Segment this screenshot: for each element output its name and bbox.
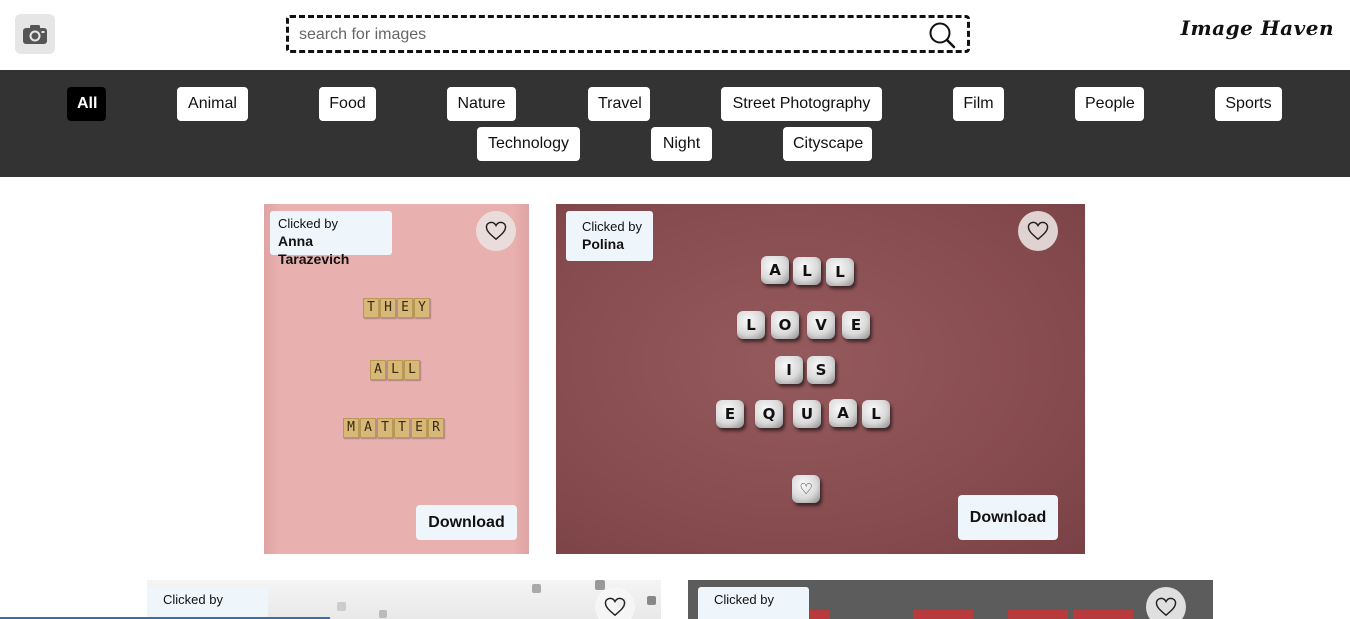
brand-logo-text: Image Haven bbox=[1180, 16, 1334, 40]
favorite-button[interactable] bbox=[476, 211, 516, 251]
camera-icon bbox=[23, 25, 47, 44]
top-header: Image Haven bbox=[0, 0, 1350, 70]
category-chip-technology[interactable]: Technology bbox=[477, 127, 580, 161]
category-chip-film[interactable]: Film bbox=[953, 87, 1004, 121]
favorite-button[interactable] bbox=[1146, 587, 1186, 619]
image-card[interactable]: A L L L O V E I S E Q U A L ♡ Clicked by… bbox=[556, 204, 1085, 554]
heart-outline-icon bbox=[485, 221, 507, 241]
heart-outline-icon bbox=[604, 597, 626, 617]
download-button[interactable]: Download bbox=[416, 505, 517, 540]
favorite-button[interactable] bbox=[595, 587, 635, 619]
image-card[interactable]: Clicked by bbox=[147, 580, 661, 619]
category-chip-nature[interactable]: Nature bbox=[447, 87, 516, 121]
search-icon bbox=[929, 22, 956, 49]
photo-credit: Clicked by bbox=[147, 587, 268, 619]
photo-credit: Clicked by Polina bbox=[566, 211, 653, 261]
search-input[interactable] bbox=[299, 24, 919, 46]
category-chip-animal[interactable]: Animal bbox=[177, 87, 248, 121]
category-chip-travel[interactable]: Travel bbox=[588, 87, 650, 121]
category-chip-sports[interactable]: Sports bbox=[1215, 87, 1282, 121]
heart-outline-icon bbox=[1027, 221, 1049, 241]
heart-outline-icon bbox=[1155, 597, 1177, 617]
credit-label: Clicked by bbox=[582, 219, 642, 234]
credit-label: Clicked by bbox=[714, 592, 774, 607]
photo-credit: Clicked by bbox=[698, 587, 809, 619]
photo-credit: Clicked by Anna Tarazevich bbox=[270, 211, 392, 267]
image-card[interactable]: T H E Y A L L M A T T E R Clicked by Ann… bbox=[264, 204, 529, 554]
category-chip-night[interactable]: Night bbox=[651, 127, 712, 161]
search-box bbox=[286, 15, 970, 53]
category-chip-street-photography[interactable]: Street Photography bbox=[721, 87, 882, 121]
category-chip-people[interactable]: People bbox=[1075, 87, 1144, 121]
search-button[interactable] bbox=[927, 20, 957, 50]
image-card[interactable]: Clicked by bbox=[688, 580, 1213, 619]
favorite-button[interactable] bbox=[1018, 211, 1058, 251]
credit-label: Clicked by bbox=[278, 216, 338, 231]
credit-author[interactable]: Anna Tarazevich bbox=[278, 232, 384, 268]
category-chip-cityscape[interactable]: Cityscape bbox=[783, 127, 872, 161]
camera-logo-button[interactable] bbox=[15, 14, 55, 54]
credit-label: Clicked by bbox=[163, 592, 223, 607]
category-bar: All Animal Food Nature Travel Street Pho… bbox=[0, 70, 1350, 177]
category-chip-all[interactable]: All bbox=[67, 87, 106, 121]
category-chip-food[interactable]: Food bbox=[319, 87, 376, 121]
download-button[interactable]: Download bbox=[958, 495, 1058, 540]
credit-author[interactable]: Polina bbox=[582, 235, 645, 253]
